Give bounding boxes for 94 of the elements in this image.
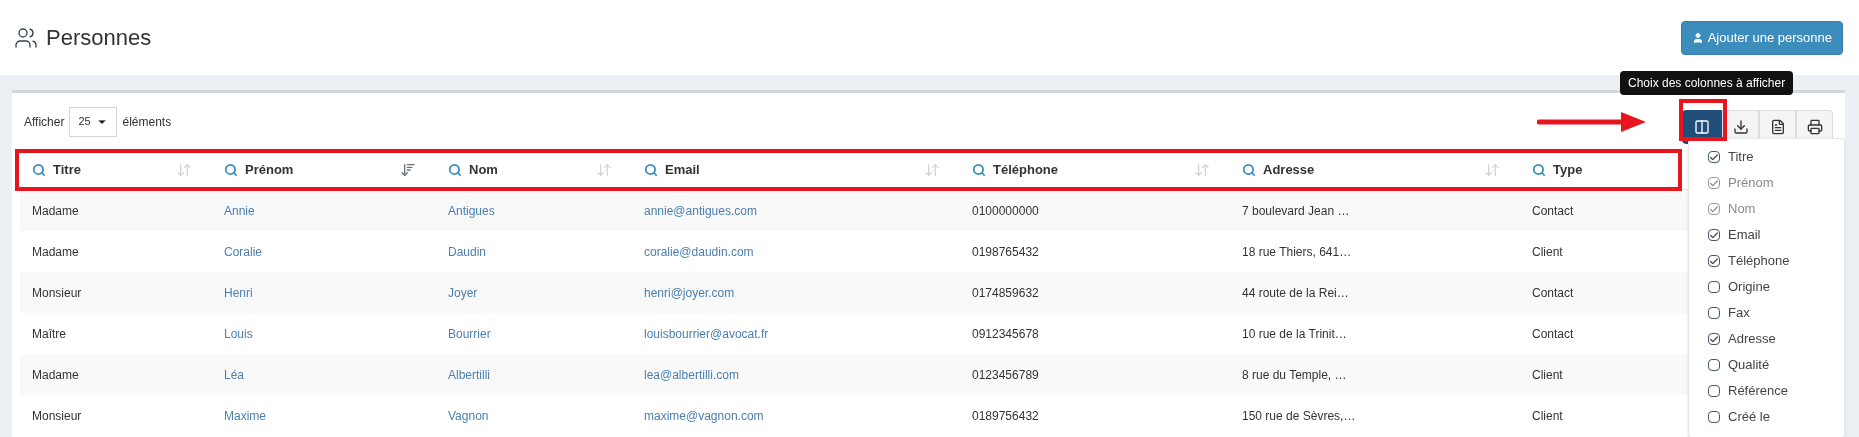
check-icon	[1709, 203, 1719, 215]
checkbox[interactable]	[1708, 151, 1720, 163]
table-link[interactable]: louisbourrier@avocat.fr	[644, 326, 769, 341]
checkbox[interactable]	[1708, 229, 1720, 241]
column-header[interactable]: Adresse	[1263, 159, 1315, 180]
table-cell: Monsieur	[32, 408, 82, 423]
table-link[interactable]: Daudin	[448, 244, 487, 259]
column-header[interactable]: Titre	[53, 159, 81, 180]
check-icon	[1709, 229, 1719, 241]
column-option[interactable]: Fax	[1689, 300, 1844, 326]
table-link[interactable]: Henri	[224, 285, 253, 300]
table-cell: 18 rue Thiers, 641…	[1242, 244, 1352, 259]
table-cell: 0100000000	[972, 203, 1039, 218]
table-link[interactable]: Annie	[224, 203, 255, 218]
table-cell: Madame	[32, 244, 79, 259]
table-cell: 0912345678	[972, 326, 1039, 341]
table-link[interactable]: maxime@vagnon.com	[644, 408, 764, 423]
column-header[interactable]: Téléphone	[993, 159, 1058, 180]
table-cell: Contact	[1532, 326, 1574, 341]
table-link[interactable]: Albertilli	[448, 367, 490, 382]
page-title: Personnes	[46, 24, 152, 52]
checkbox[interactable]	[1708, 411, 1720, 423]
search-icon[interactable]	[1532, 162, 1546, 177]
search-icon[interactable]	[32, 162, 46, 177]
column-option[interactable]: Email	[1689, 222, 1844, 248]
column-option[interactable]: Créé le	[1689, 404, 1844, 430]
table-cell: Client	[1532, 244, 1563, 259]
search-icon[interactable]	[1242, 162, 1256, 177]
table-cell: Madame	[32, 367, 79, 382]
search-icon[interactable]	[224, 162, 238, 177]
entries-label: éléments	[122, 113, 172, 131]
table-link[interactable]: Bourrier	[448, 326, 491, 341]
checkbox[interactable]	[1708, 307, 1720, 319]
table-cell: 8 rue du Temple, …	[1242, 367, 1347, 382]
table-link[interactable]: Maxime	[224, 408, 266, 423]
column-option[interactable]: Origine	[1689, 274, 1844, 300]
table-cell: Client	[1532, 367, 1563, 382]
table-link[interactable]: Louis	[224, 326, 253, 341]
table-cell: 44 route de la Rei…	[1242, 285, 1349, 300]
table-cell: 0189756432	[972, 408, 1039, 423]
tooltip: Choix des colonnes à afficher	[1620, 71, 1794, 95]
download-icon	[1732, 118, 1749, 135]
table-cell: 0198765432	[972, 244, 1039, 259]
checkbox[interactable]	[1708, 281, 1720, 293]
column-header[interactable]: Nom	[469, 159, 498, 180]
column-header[interactable]: Type	[1553, 159, 1583, 180]
table-cell: 0123456789	[972, 367, 1039, 382]
search-icon[interactable]	[972, 162, 986, 177]
table-link[interactable]: lea@albertilli.com	[644, 367, 739, 382]
add-person-button[interactable]: Ajouter une personne	[1680, 20, 1843, 55]
table-link[interactable]: Joyer	[448, 285, 478, 300]
highlight-frame	[1679, 99, 1727, 141]
column-option[interactable]: Référence	[1689, 378, 1844, 404]
table-cell: 7 boulevard Jean …	[1242, 203, 1350, 218]
table-link[interactable]: Léa	[224, 367, 245, 382]
column-option[interactable]: Titre	[1689, 144, 1844, 170]
page-length-select[interactable]: 25	[69, 106, 118, 137]
check-icon	[1709, 177, 1719, 189]
table-link[interactable]: annie@antigues.com	[644, 203, 757, 218]
check-icon	[1709, 151, 1719, 163]
search-icon[interactable]	[644, 162, 658, 177]
table-link[interactable]: Coralie	[224, 244, 262, 259]
table-cell: 150 rue de Sèvres,…	[1242, 408, 1356, 423]
column-option[interactable]: Adresse	[1689, 326, 1844, 352]
table-link[interactable]: coralie@daudin.com	[644, 244, 754, 259]
check-icon	[1709, 255, 1719, 267]
checkbox[interactable]	[1708, 255, 1720, 267]
table-cell: 0174859632	[972, 285, 1039, 300]
table-link[interactable]: Antigues	[448, 203, 495, 218]
table-cell: Client	[1532, 408, 1563, 423]
user-icon	[1691, 31, 1704, 44]
table-link[interactable]: henri@joyer.com	[644, 285, 735, 300]
search-icon[interactable]	[448, 162, 462, 177]
document-icon	[1769, 118, 1786, 135]
table-cell: Contact	[1532, 203, 1574, 218]
sort-icon[interactable]	[400, 161, 416, 178]
print-icon	[1806, 118, 1823, 135]
users-icon	[14, 25, 38, 50]
table-cell: 10 rue de la Trinit…	[1242, 326, 1347, 341]
table-link[interactable]: Vagnon	[448, 408, 489, 423]
check-icon	[1709, 333, 1719, 345]
columns-icon	[1694, 118, 1710, 135]
table-cell: Contact	[1532, 285, 1574, 300]
checkbox[interactable]	[1708, 359, 1720, 371]
checkbox[interactable]	[1708, 333, 1720, 345]
table-cell: Monsieur	[32, 285, 82, 300]
show-label: Afficher	[24, 113, 65, 131]
table-cell: Madame	[32, 203, 79, 218]
column-header[interactable]: Prénom	[245, 159, 294, 180]
checkbox[interactable]	[1708, 385, 1720, 397]
column-header[interactable]: Email	[665, 159, 700, 180]
table-cell: Maître	[32, 326, 66, 341]
column-option[interactable]: Qualité	[1689, 352, 1844, 378]
column-option[interactable]: Téléphone	[1689, 248, 1844, 274]
